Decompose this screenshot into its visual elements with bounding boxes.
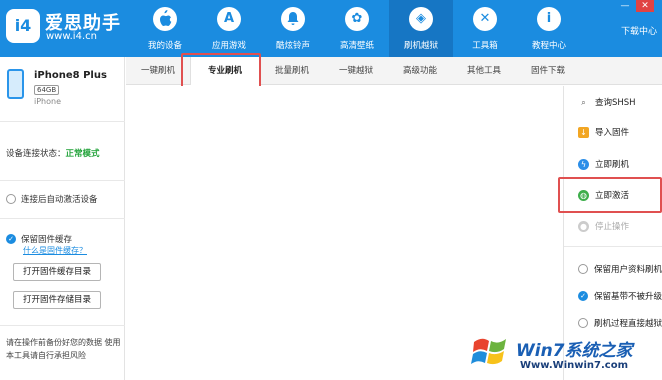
download-center-button[interactable]: 下载中心 (621, 24, 657, 37)
tab-batch-flash[interactable]: 批量刷机 (260, 57, 324, 85)
stop-label: 停止操作 (595, 222, 630, 232)
nav-label: 教程中心 (531, 41, 566, 51)
keep-user-data-label: 保留用户资料刷机 (594, 265, 662, 275)
keep-cache-label: 保留固件缓存 (21, 235, 73, 245)
keep-baseband-label: 保留基带不被升级 (594, 292, 662, 302)
windows-logo-icon (471, 338, 506, 365)
stop-button[interactable]: ● 停止操作 (578, 220, 629, 232)
radio-button[interactable] (6, 194, 16, 204)
nav-label: 高清壁纸 (339, 41, 374, 51)
main-nav: 我的设备 A 应用游戏 酷炫铃声 ✿ 高清壁纸 ◈ 刷机越狱 ✕ 工具箱 i 教… (133, 0, 581, 57)
query-shsh-label: 查询SHSH (595, 98, 636, 108)
watermark: Win7系统之家 Www.Winwin7.com (466, 330, 662, 380)
connection-status-value: 正常模式 (65, 149, 100, 159)
tools-icon: ✕ (473, 7, 497, 31)
stop-icon: ● (578, 220, 589, 232)
risk-warning: 请在操作前备份好您的数据 使用本工具请自行承担风险 (6, 338, 121, 360)
tab-one-click-flash[interactable]: 一键刷机 (126, 57, 190, 85)
activate-now-button[interactable]: ◍ 立即激活 (578, 189, 629, 201)
direct-jailbreak-option[interactable]: 刷机过程直接越狱 (578, 317, 662, 329)
connection-status: 设备连接状态：正常模式 (6, 147, 100, 159)
folder-import-icon: ↓ (578, 126, 589, 138)
open-cache-dir-button[interactable]: 打开固件缓存目录 (13, 263, 101, 281)
brand-logo-icon: i4 (6, 9, 40, 43)
window-controls: — ✕ (616, 0, 654, 12)
divider (0, 218, 125, 219)
nav-label: 我的设备 (147, 41, 182, 51)
device-type: iPhone (34, 97, 62, 106)
apple-icon (153, 7, 177, 31)
info-icon: i (537, 7, 561, 31)
globe-icon: ◍ (578, 189, 589, 201)
open-store-dir-button[interactable]: 打开固件存储目录 (13, 291, 101, 309)
keep-baseband-option[interactable]: ✓ 保留基带不被升级 (578, 290, 662, 302)
nav-ringtones[interactable]: 酷炫铃声 (261, 0, 325, 57)
nav-tutorials[interactable]: i 教程中心 (517, 0, 581, 57)
minimize-button[interactable]: — (616, 0, 634, 12)
activate-now-label: 立即激活 (595, 191, 630, 201)
dropbox-icon: ◈ (409, 7, 433, 31)
close-button[interactable]: ✕ (636, 0, 654, 12)
device-panel: iPhone8 Plus 64GB iPhone 设备连接状态：正常模式 连接后… (0, 57, 125, 380)
nav-my-device[interactable]: 我的设备 (133, 0, 197, 57)
iphone-icon (7, 69, 24, 99)
radio-button[interactable] (578, 264, 588, 274)
keep-cache-option[interactable]: ✓ 保留固件缓存 (6, 233, 72, 245)
flash-now-label: 立即刷机 (595, 160, 630, 170)
flash-now-button[interactable]: ϟ 立即刷机 (578, 158, 629, 170)
divider (0, 325, 125, 326)
flower-icon: ✿ (345, 7, 369, 31)
tab-advanced[interactable]: 高级功能 (388, 57, 452, 85)
device-capacity-badge: 64GB (34, 85, 60, 95)
auto-activate-option[interactable]: 连接后自动激活设备 (6, 193, 98, 205)
search-icon: ⌕ (581, 97, 586, 107)
tab-one-click-jailbreak[interactable]: 一键越狱 (324, 57, 388, 85)
keep-user-data-option[interactable]: 保留用户资料刷机 (578, 263, 662, 275)
tab-other-tools[interactable]: 其他工具 (452, 57, 516, 85)
nav-label: 刷机越狱 (403, 41, 438, 51)
tab-pro-flash[interactable]: 专业刷机 (190, 57, 260, 85)
import-firmware-label: 导入固件 (595, 128, 630, 138)
check-icon[interactable]: ✓ (6, 234, 16, 244)
sub-tabs: 一键刷机 专业刷机 批量刷机 一键越狱 高级功能 其他工具 固件下载 (126, 57, 662, 85)
nav-toolbox[interactable]: ✕ 工具箱 (453, 0, 517, 57)
nav-label: 工具箱 (472, 41, 498, 51)
tab-firmware-download[interactable]: 固件下载 (516, 57, 580, 85)
top-bar: i4 爱思助手 www.i4.cn 我的设备 A 应用游戏 酷炫铃声 ✿ 高清壁… (0, 0, 662, 57)
divider (0, 180, 125, 181)
query-shsh-button[interactable]: ⌕ 查询SHSH (578, 96, 636, 109)
nav-label: 应用游戏 (211, 41, 246, 51)
bell-icon (281, 7, 305, 31)
watermark-url: Www.Winwin7.com (520, 360, 629, 371)
lightning-icon: ϟ (578, 158, 589, 170)
nav-apps-games[interactable]: A 应用游戏 (197, 0, 261, 57)
connection-status-label: 设备连接状态： (6, 149, 66, 159)
check-icon[interactable]: ✓ (578, 291, 588, 301)
import-firmware-button[interactable]: ↓ 导入固件 (578, 126, 629, 138)
watermark-title: Win7系统之家 (516, 341, 633, 361)
device-name: iPhone8 Plus (34, 70, 107, 81)
app-store-icon: A (217, 7, 241, 31)
divider (564, 246, 662, 247)
auto-activate-label: 连接后自动激活设备 (21, 195, 98, 205)
nav-label: 酷炫铃声 (275, 41, 310, 51)
what-is-cache-link[interactable]: 什么是固件缓存？ (23, 245, 87, 256)
device-info: iPhone8 Plus 64GB iPhone (0, 57, 125, 122)
direct-jailbreak-label: 刷机过程直接越狱 (594, 319, 662, 329)
brand-url: www.i4.cn (46, 31, 97, 42)
radio-button[interactable] (578, 318, 588, 328)
nav-flash-jailbreak[interactable]: ◈ 刷机越狱 (389, 0, 453, 57)
nav-wallpapers[interactable]: ✿ 高清壁纸 (325, 0, 389, 57)
